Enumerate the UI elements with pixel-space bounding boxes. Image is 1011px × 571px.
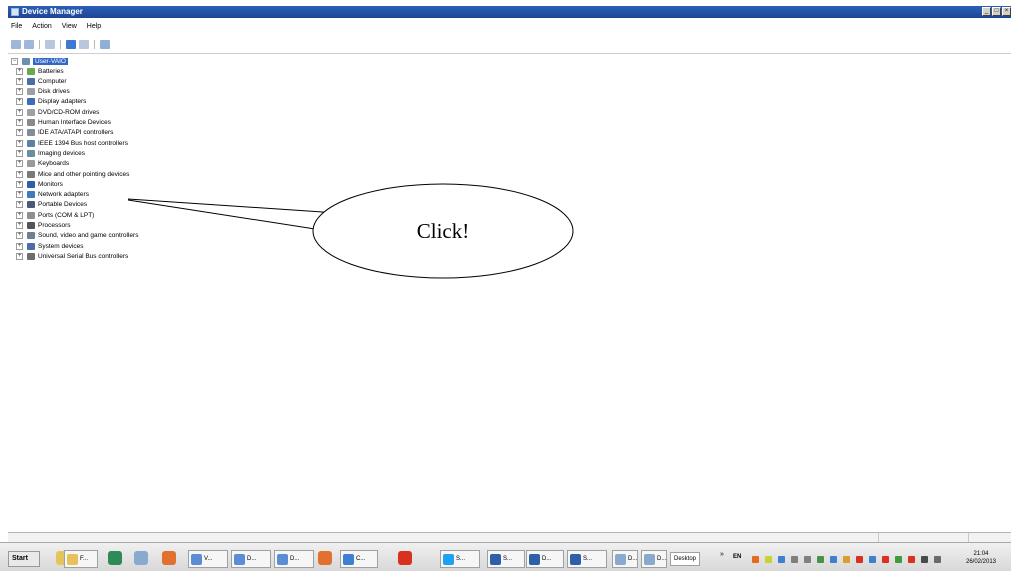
language-indicator[interactable]: EN [733,554,741,560]
tray-icon[interactable] [778,556,785,563]
start-label: Start [12,555,28,562]
taskbar-button[interactable]: V... [188,550,228,568]
tray-icon[interactable] [843,556,850,563]
quick-launch-excel-icon[interactable] [108,551,122,565]
chrome-icon[interactable] [318,551,332,565]
desktop-label: Desktop [674,556,697,562]
taskbar-button[interactable]: D... [274,550,314,568]
task-app-icon [234,553,245,565]
task-label: D... [247,556,257,562]
task-app-icon [570,553,581,565]
clock-time: 21:04 [973,551,989,557]
tray-icon[interactable] [830,556,837,563]
taskbar: Start F... V... D... D... C... S... S... D... S.… [0,542,1011,571]
tray-icon[interactable] [791,556,798,563]
task-label: C... [356,556,366,562]
task-label: D... [657,556,667,562]
tray-icon[interactable] [934,556,941,563]
desktop-toolbar[interactable]: Desktop [670,552,701,566]
tray-icon[interactable] [882,556,889,563]
task-label: D... [628,556,638,562]
tray-icon[interactable] [895,556,902,563]
task-label: S... [583,556,593,562]
toolbar-chevron-icon[interactable]: » [720,551,724,558]
callout-annotation: Click! [127,183,574,279]
taskbar-button[interactable]: D... [526,550,564,568]
status-bar [8,532,1011,543]
firefox-icon[interactable] [162,551,176,565]
task-label: S... [456,556,466,562]
task-app-icon [529,553,540,565]
task-app-icon [343,553,354,565]
task-label: F... [80,556,89,562]
taskbar-button[interactable]: D... [612,550,638,568]
task-app-icon [443,553,454,565]
tray-icon[interactable] [921,556,928,563]
task-app-icon [490,553,501,565]
taskbar-button[interactable]: F... [64,550,98,568]
task-label: V... [204,556,213,562]
pdf-reader-icon[interactable] [398,551,412,565]
task-app-icon [615,553,626,565]
tray-icon[interactable] [752,556,759,563]
tray-icon[interactable] [765,556,772,563]
task-app-icon [191,553,202,565]
tray-icon[interactable] [817,556,824,563]
clock[interactable]: 21:04 26/02/2013 [960,550,1002,566]
start-button[interactable]: Start [8,551,40,567]
task-app-icon [277,553,288,565]
tray-icon[interactable] [804,556,811,563]
taskbar-button[interactable]: D... [231,550,271,568]
task-label: D... [290,556,300,562]
task-label: D... [542,556,552,562]
taskbar-button[interactable]: C... [340,550,378,568]
taskbar-button[interactable]: S... [487,550,525,568]
taskbar-button[interactable]: S... [567,550,607,568]
task-app-icon [644,553,655,565]
tray-icon[interactable] [869,556,876,563]
tray-icon[interactable] [908,556,915,563]
clock-date: 26/02/2013 [965,559,997,565]
quick-launch-notepad-icon[interactable] [134,551,148,565]
callout-text: Click! [417,219,470,243]
task-label: S... [503,556,513,562]
taskbar-button[interactable]: D... [641,550,667,568]
tray-icon[interactable] [856,556,863,563]
task-app-icon [67,553,78,565]
taskbar-button[interactable]: S... [440,550,480,568]
